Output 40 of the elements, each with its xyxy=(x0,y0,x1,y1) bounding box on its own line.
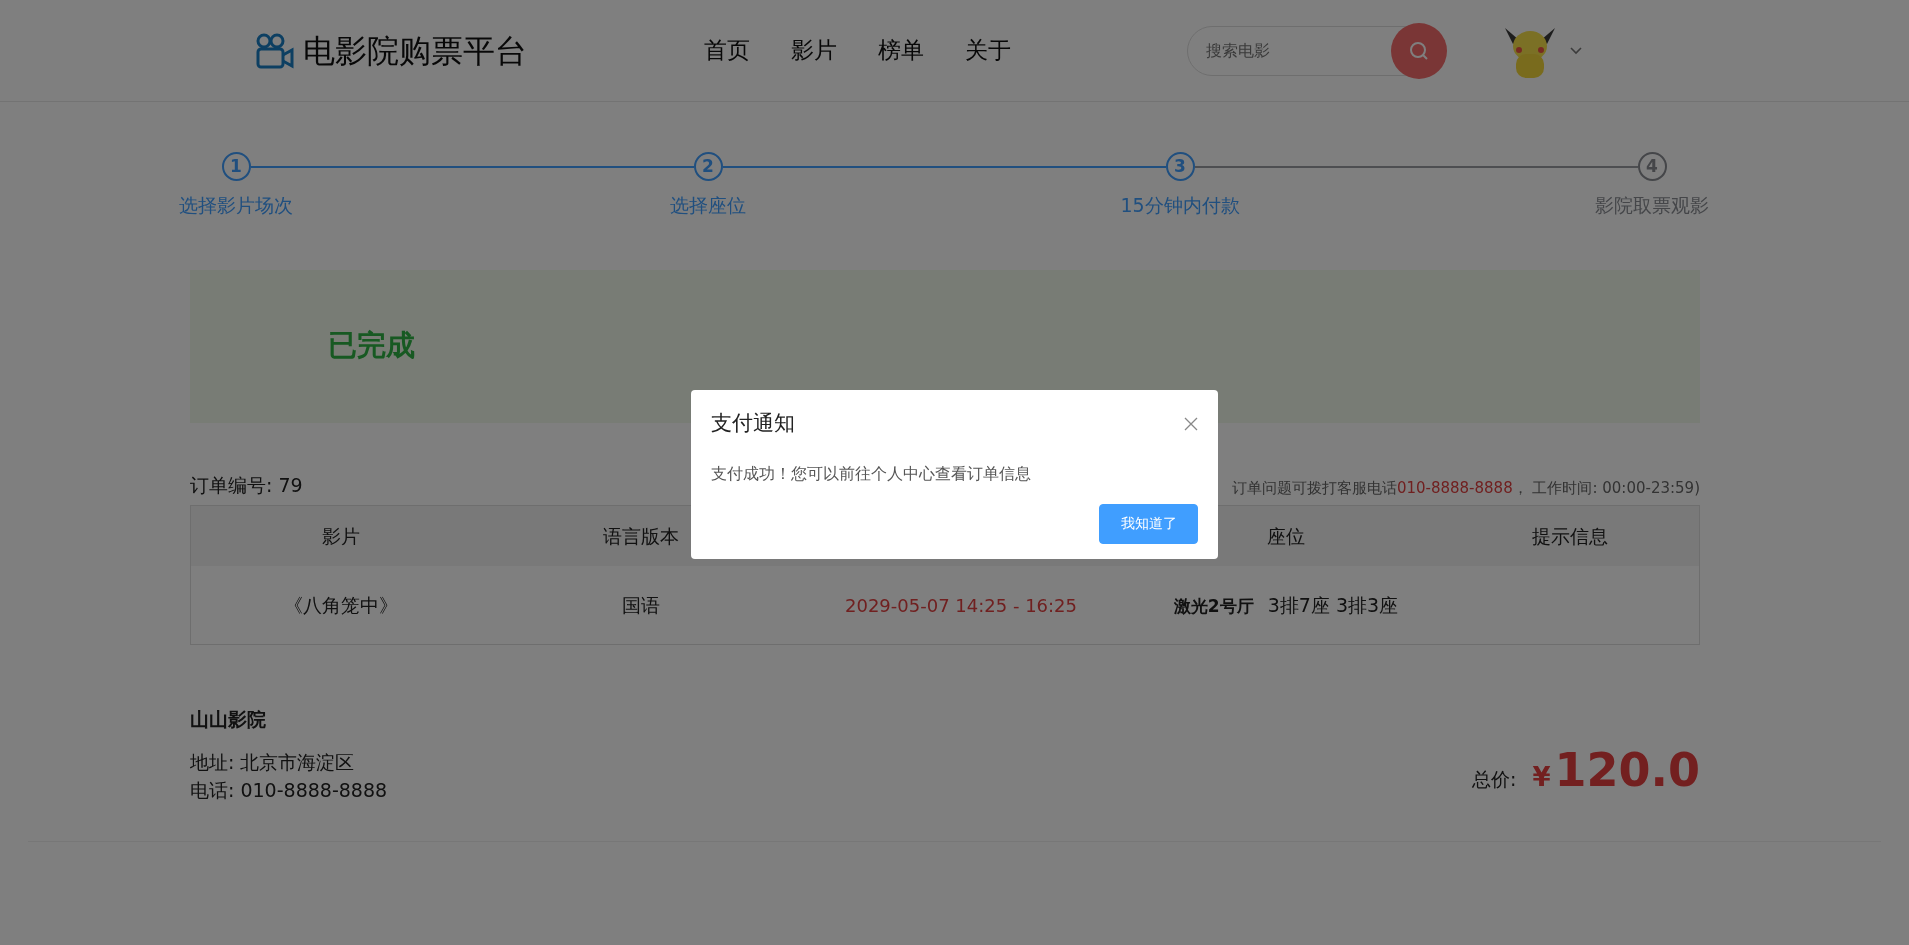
column-header: 语言版本 xyxy=(603,524,679,547)
chevron-down-icon[interactable] xyxy=(1569,45,1583,56)
dialog-title: 支付通知 xyxy=(711,410,795,437)
step-label: 选择座位 xyxy=(670,193,746,218)
seat-list: 3排7座 3排3座 xyxy=(1267,593,1399,616)
step-number: 2 xyxy=(693,152,723,181)
hall-name: 激光2号厅 xyxy=(1173,595,1254,616)
support-notice: 订单问题可拨打客服电话010-8888-8888， 工作时间: 00:00-23:59) xyxy=(1231,477,1700,499)
search-icon[interactable] xyxy=(1409,40,1429,61)
confirm-button[interactable]: 我知道了 xyxy=(1099,503,1198,544)
search-field[interactable]: 搜索电影 xyxy=(1187,25,1445,76)
step-number: 3 xyxy=(1165,152,1195,181)
cinema-address: 地址: 北京市海淀区 xyxy=(190,749,356,775)
step-number: 1 xyxy=(221,152,251,181)
nav-link[interactable]: 影片 xyxy=(791,33,837,68)
currency-symbol: ¥ xyxy=(1532,760,1551,794)
order-number: 订单编号: 79 xyxy=(190,472,303,498)
video-camera-icon xyxy=(255,31,295,70)
step-label: 影院取票观影 xyxy=(1595,193,1709,218)
table-cell: 《八角笼中》 xyxy=(284,593,398,616)
step-label: 选择影片场次 xyxy=(179,193,293,218)
nav-link[interactable]: 关于 xyxy=(965,33,1011,68)
step-number: 4 xyxy=(1637,152,1667,181)
site-title: 电影院购票平台 xyxy=(303,30,527,72)
dialog-message: 支付成功！您可以前往个人中心查看订单信息 xyxy=(711,462,1032,485)
column-header: 提示信息 xyxy=(1532,524,1608,547)
nav-link[interactable]: 首页 xyxy=(704,33,750,68)
column-header: 座位 xyxy=(1267,524,1305,547)
column-header: 影片 xyxy=(322,524,360,547)
cinema-name: 山山影院 xyxy=(190,707,267,732)
table-cell: 国语 xyxy=(622,593,660,616)
cinema-phone: 电话: 010-8888-8888 xyxy=(190,778,388,803)
table-cell: 2029-05-07 14:25 - 16:25 xyxy=(845,594,1077,616)
close-icon[interactable] xyxy=(1184,416,1198,431)
nav-link[interactable]: 榜单 xyxy=(878,33,924,68)
total-price: 120.0 xyxy=(1554,741,1700,799)
total-label: 总价: xyxy=(1472,766,1517,792)
step-label: 15分钟内付款 xyxy=(1120,193,1240,218)
status-text: 已完成 xyxy=(328,327,415,365)
search-input[interactable]: 搜索电影 xyxy=(1188,37,1338,64)
